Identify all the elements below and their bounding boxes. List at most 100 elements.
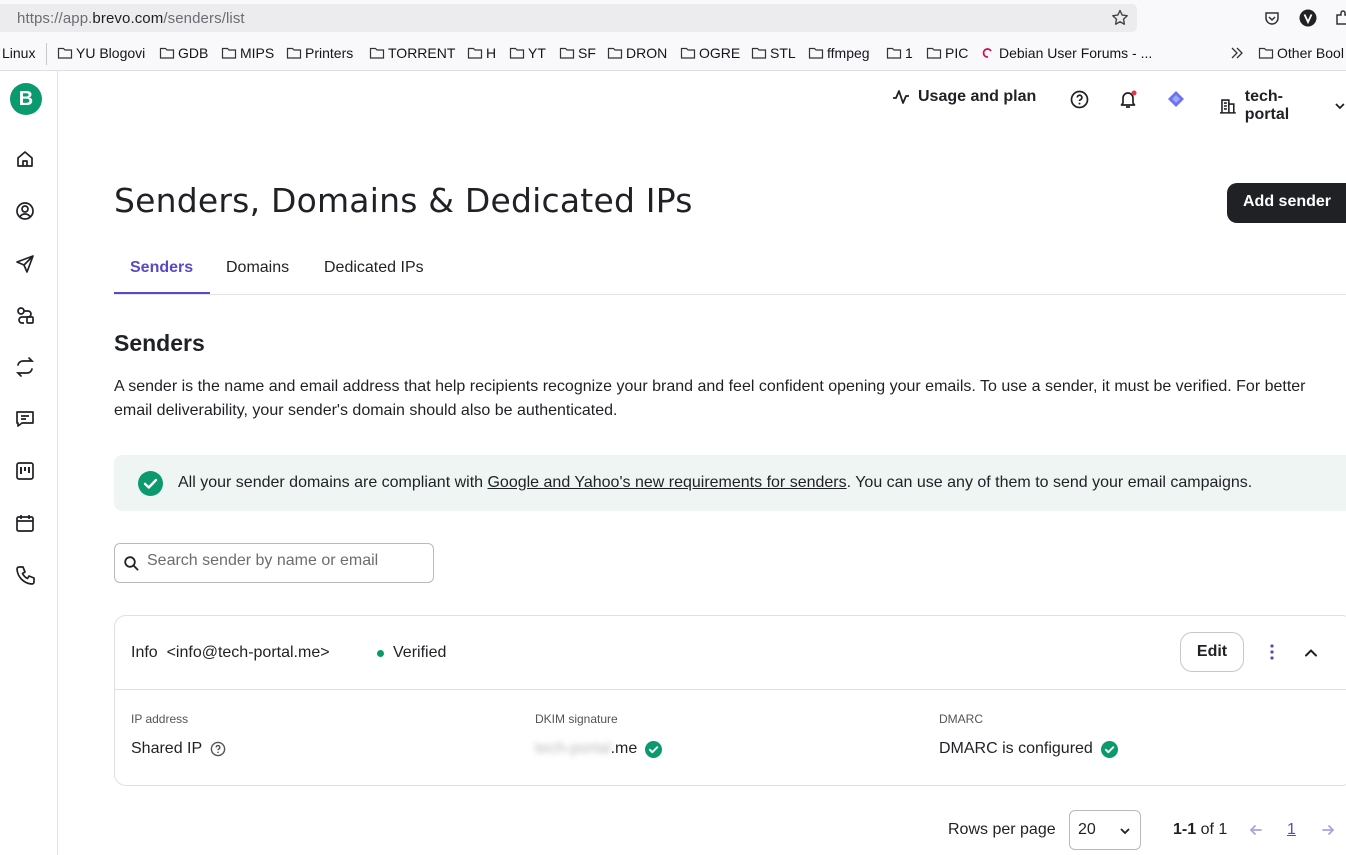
automations-icon[interactable] [14,304,36,326]
folder-icon [680,47,696,59]
ai-diamond-icon[interactable] [1167,90,1185,108]
folder-icon [509,47,525,59]
requirements-link[interactable]: Google and Yahoo's new requirements for … [487,474,846,491]
compliance-banner: All your sender domains are compliant wi… [114,455,1346,511]
search-icon [124,556,139,571]
check-circle-icon [1100,740,1118,758]
usage-and-plan-button[interactable]: Usage and plan [892,88,1036,106]
sidebar: B [0,71,58,855]
dmarc-label: DMARC [939,712,983,726]
dkim-value: tech-portal .me [535,740,663,758]
page-range: 1-1 of 1 [1173,821,1228,838]
folder-icon [808,47,824,59]
folder-icon [286,47,302,59]
arrow-right-icon[interactable] [1320,822,1336,838]
tab-bar: Senders Domains Dedicated IPs [114,243,1346,295]
bookmarks-overflow-chevron-icon[interactable] [1229,45,1245,61]
extensions-puzzle-icon[interactable] [1334,9,1346,27]
bookmark-folder[interactable]: DRON [607,45,667,61]
check-circle-icon [645,740,663,758]
tab-domains[interactable]: Domains [226,259,289,277]
search-input[interactable] [147,552,427,570]
debian-swirl-icon [982,48,992,58]
more-options-icon[interactable] [1263,642,1281,662]
phone-icon[interactable] [14,564,36,586]
folder-icon [369,47,385,59]
chevron-up-icon[interactable] [1302,644,1320,662]
rows-per-page-label: Rows per page [948,821,1056,838]
building-icon [1219,99,1236,114]
bookmark-folder[interactable]: YT [509,45,546,61]
ip-value: Shared IP [131,740,226,758]
browser-toolbar: https://app.brevo.com/senders/list [0,0,1346,37]
page-title: Senders, Domains & Dedicated IPs [114,181,693,220]
edit-button[interactable]: Edit [1180,632,1244,672]
home-icon[interactable] [14,148,36,170]
account-switcher[interactable]: tech-portal [1219,88,1346,124]
folder-icon [1258,47,1274,59]
bookmark-folder[interactable]: PIC [926,45,968,61]
section-title: Senders [114,330,205,356]
folder-icon [159,47,175,59]
banner-message: All your sender domains are compliant wi… [178,474,1253,491]
dmarc-value: DMARC is configured [939,740,1118,758]
search-box [114,543,434,583]
bookmarks-divider [46,43,47,65]
contacts-icon[interactable] [14,200,36,222]
sender-name: Info <info@tech-portal.me> [131,644,330,661]
bookmark-folder[interactable]: YU Blogovi [57,45,145,61]
bookmark-star-icon[interactable] [1110,8,1130,28]
activity-icon [893,90,909,104]
folder-icon [886,47,902,59]
brevo-logo[interactable]: B [10,83,42,115]
conversations-icon[interactable] [14,408,36,430]
url-field[interactable]: https://app.brevo.com/senders/list [0,4,1137,32]
extension-v-icon[interactable] [1299,9,1317,27]
campaigns-icon[interactable] [14,252,36,274]
chevron-down-icon [1335,103,1345,110]
bookmark-linux[interactable]: Linux [2,45,35,61]
page-number[interactable]: 1 [1287,821,1296,839]
folder-icon [607,47,623,59]
folder-icon [57,47,73,59]
meetings-icon[interactable] [14,512,36,534]
transactional-icon[interactable] [14,356,36,378]
rows-per-page-select[interactable]: 20 [1069,810,1141,850]
bookmark-folder[interactable]: H [467,45,496,61]
bookmark-folder[interactable]: GDB [159,45,208,61]
bookmark-folder[interactable]: 1 [886,45,913,61]
folder-icon [926,47,942,59]
pocket-icon[interactable] [1263,9,1281,27]
ip-label: IP address [131,712,189,726]
bookmark-folder[interactable]: MIPS [221,45,274,61]
bookmark-folder[interactable]: SF [559,45,596,61]
section-description: A sender is the name and email address t… [114,378,1306,419]
tab-senders[interactable]: Senders [130,259,193,277]
folder-icon [751,47,767,59]
bookmark-folder[interactable]: OGRE [680,45,740,61]
help-icon[interactable] [1070,90,1089,109]
url-text: https://app.brevo.com/senders/list [17,10,245,27]
active-tab-indicator [114,292,210,294]
bookmarks-bar: Linux YU Blogovi GDB MIPS Printers TORRE… [0,37,1346,71]
bookmark-folder[interactable]: STL [751,45,796,61]
check-circle-icon [138,471,163,496]
status-dot [377,649,384,657]
sender-card: Info <info@tech-portal.me> Verified Edit… [114,615,1346,786]
help-icon[interactable] [210,741,226,757]
sales-icon[interactable] [14,460,36,482]
bookmark-folder[interactable]: ffmpeg [808,45,870,61]
bookmark-other[interactable]: Other Bool [1258,45,1344,61]
arrow-left-icon[interactable] [1248,822,1264,838]
bookmark-folder[interactable]: Printers [286,45,353,61]
notifications-bell-icon[interactable] [1118,89,1138,109]
tab-dedicated-ips[interactable]: Dedicated IPs [324,259,424,277]
bookmark-folder[interactable]: TORRENT [369,45,455,61]
folder-icon [221,47,237,59]
add-sender-button[interactable]: Add sender [1227,183,1346,223]
folder-icon [559,47,575,59]
folder-icon [467,47,483,59]
chevron-down-icon [1120,828,1130,835]
bookmark-debian[interactable]: Debian User Forums - ... [980,45,1152,61]
dkim-label: DKIM signature [535,712,618,726]
